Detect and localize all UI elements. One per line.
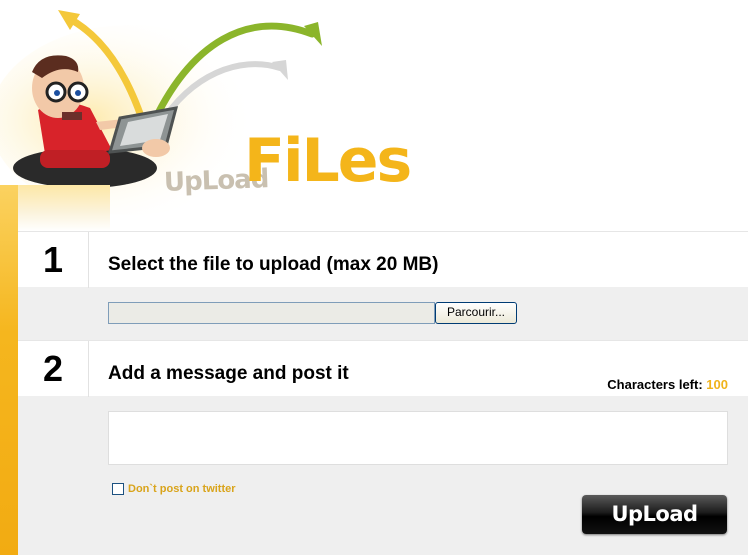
- characters-left: Characters left: 100: [607, 377, 728, 392]
- browse-button[interactable]: Parcourir...: [435, 302, 517, 324]
- characters-left-count: 100: [706, 377, 728, 392]
- twitter-option: Don`t post on twitter: [112, 483, 236, 495]
- step-1-header: 1 Select the file to upload (max 20 MB): [18, 231, 748, 288]
- step-title: Select the file to upload (max 20 MB): [108, 254, 439, 275]
- brand-files-word: FiLes: [244, 126, 412, 196]
- no-twitter-label[interactable]: Don`t post on twitter: [128, 483, 236, 495]
- file-path-input[interactable]: [108, 302, 435, 324]
- upload-form: 1 Select the file to upload (max 20 MB) …: [18, 231, 748, 555]
- no-twitter-checkbox[interactable]: [112, 483, 124, 495]
- brand-logo: UpLoad FiLes: [160, 126, 413, 212]
- step-title: Add a message and post it: [108, 363, 349, 384]
- upload-button[interactable]: UpLoad: [582, 495, 727, 534]
- step-number: 1: [18, 232, 89, 288]
- step-number: 2: [18, 341, 89, 397]
- left-rail: [0, 185, 18, 555]
- message-textarea[interactable]: [108, 411, 728, 465]
- characters-left-label: Characters left:: [607, 377, 703, 392]
